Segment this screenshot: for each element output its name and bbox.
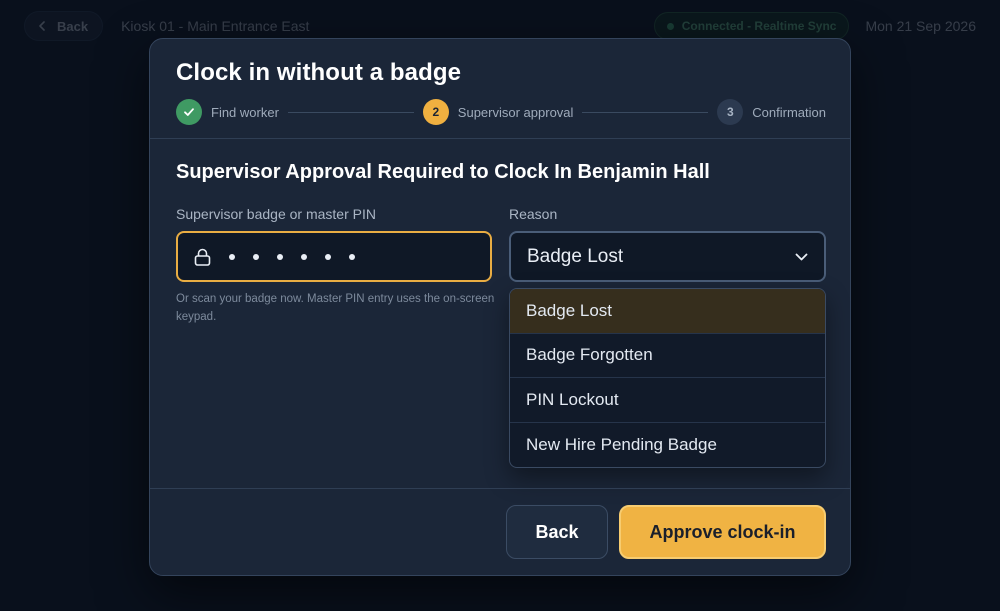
pin-helper-text: Or scan your badge now. Master PIN entry…: [176, 293, 495, 323]
pin-dot: [253, 253, 259, 260]
stepper: Find worker 2 Supervisor approval 3 Conf…: [176, 99, 826, 125]
step-connector: [582, 111, 709, 113]
chevron-down-icon: [795, 253, 808, 260]
pin-masked-value: [229, 253, 355, 260]
reason-option-new-hire-pending-badge[interactable]: New Hire Pending Badge: [510, 423, 825, 468]
step-1-circle: [176, 99, 202, 125]
step-find-worker: Find worker: [176, 99, 279, 125]
step-3-circle: 3: [717, 99, 744, 125]
approve-clock-in-button[interactable]: Approve clock-in: [619, 505, 826, 559]
reason-option-pin-lockout[interactable]: PIN Lockout: [510, 378, 825, 423]
pin-dot: [277, 253, 283, 260]
clock-in-modal: Clock in without a badge Find worker 2 S…: [149, 38, 851, 576]
reason-select[interactable]: Badge Lost: [509, 231, 826, 282]
pin-dot: [325, 253, 331, 260]
supervisor-pin-input[interactable]: [176, 231, 492, 282]
pin-dot: [349, 253, 355, 260]
step-confirmation: 3 Confirmation: [717, 99, 826, 125]
check-icon: [184, 108, 194, 116]
reason-dropdown-menu: Badge Lost Badge Forgotten PIN Lockout N…: [509, 288, 826, 468]
step-3-label: Confirmation: [752, 104, 826, 120]
pin-dot: [229, 253, 235, 260]
step-2-circle: 2: [422, 99, 449, 125]
pin-field-label: Supervisor badge or master PIN: [176, 206, 376, 222]
back-button[interactable]: Back: [506, 505, 608, 559]
footer-divider: [150, 488, 850, 489]
reason-field-label: Reason: [509, 206, 558, 222]
step-1-label: Find worker: [211, 104, 279, 120]
reason-selected-value: Badge Lost: [527, 245, 624, 267]
modal-title: Clock in without a badge: [176, 59, 462, 86]
reason-option-badge-forgotten[interactable]: Badge Forgotten: [510, 334, 825, 378]
lock-icon: [194, 248, 211, 266]
header-divider: [150, 138, 850, 139]
section-heading: Supervisor Approval Required to Clock In…: [176, 161, 710, 183]
reason-option-badge-lost[interactable]: Badge Lost: [510, 289, 825, 334]
step-connector: [287, 111, 414, 113]
step-supervisor-approval: 2 Supervisor approval: [422, 99, 574, 125]
step-2-label: Supervisor approval: [457, 104, 574, 120]
pin-dot: [301, 253, 307, 260]
